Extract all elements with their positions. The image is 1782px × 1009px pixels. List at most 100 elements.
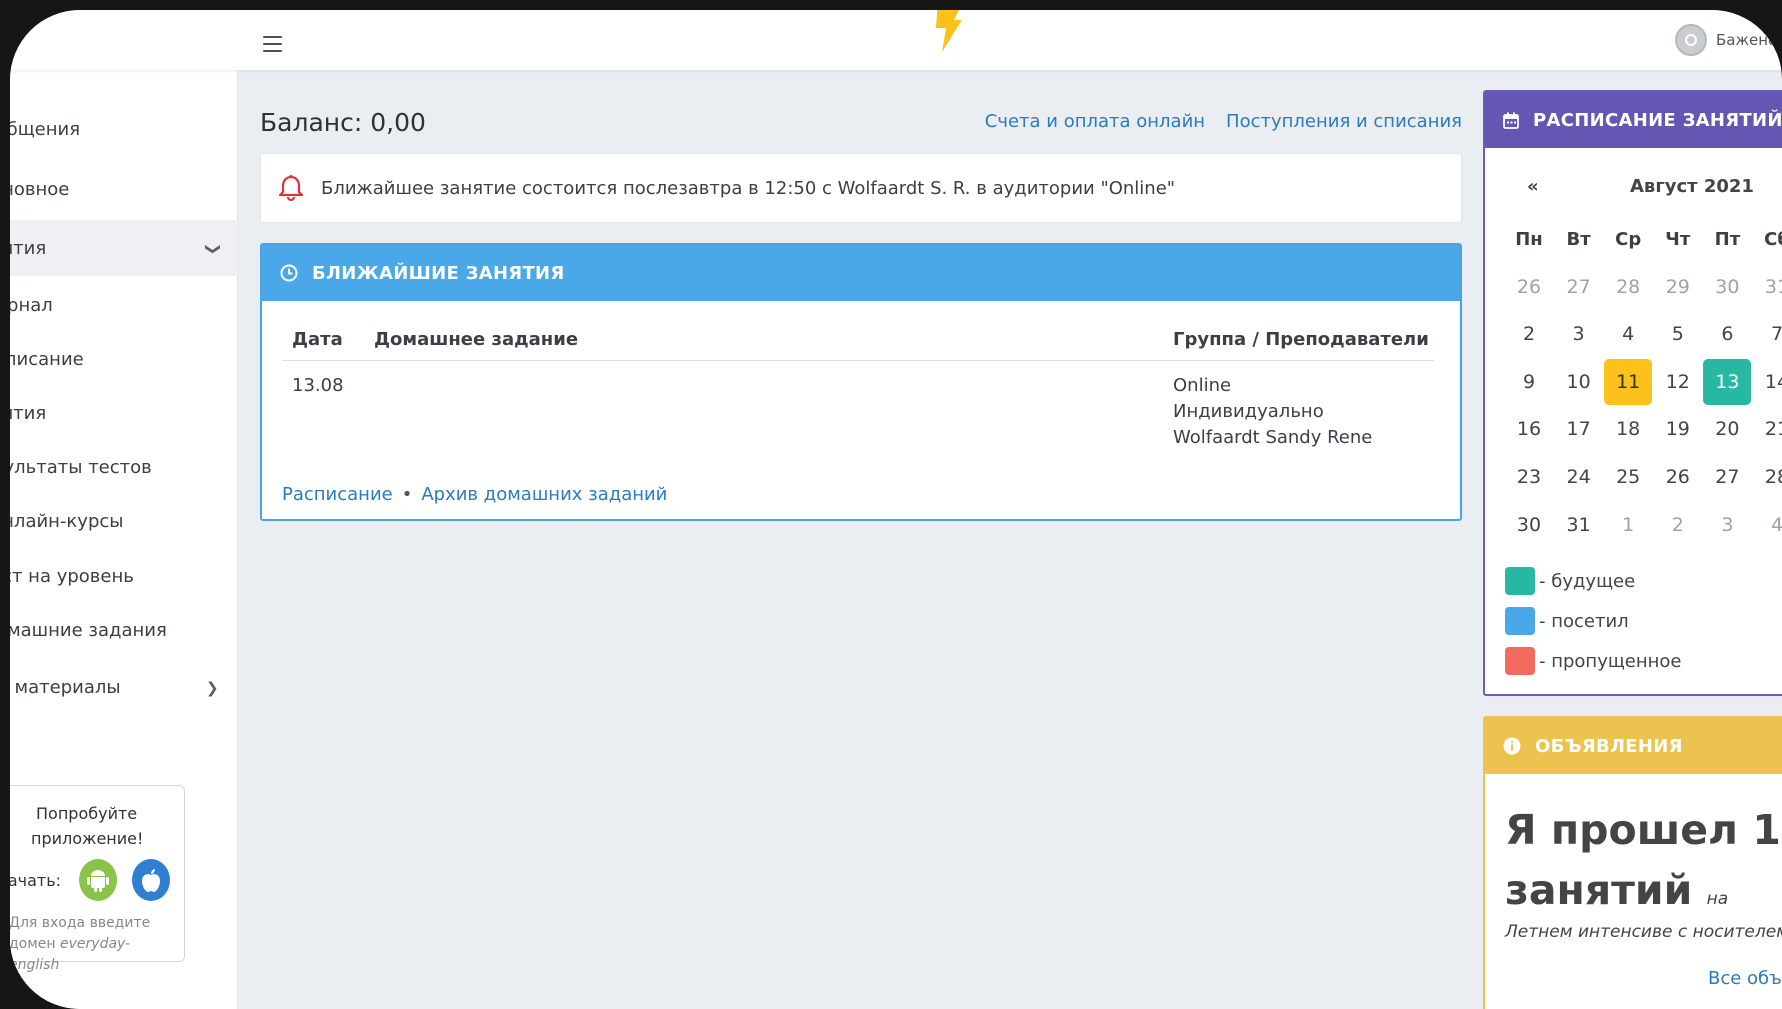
calendar-day[interactable]: 26	[1654, 454, 1702, 500]
calendar-day[interactable]: 19	[1654, 406, 1702, 452]
legend-item: - пропущенное	[1505, 641, 1682, 681]
calendar-day[interactable]: 2	[1505, 311, 1553, 357]
sidebar-item-online-courses[interactable]: Онлайн-курсы	[10, 493, 216, 549]
calendar-day-today[interactable]: 11	[1604, 358, 1653, 405]
sidebar: Сообщения Основное❯ Занятия❯ Журнал Расп…	[10, 70, 238, 1009]
sidebar-item-materials[interactable]: Учебные материалы ❯	[10, 659, 238, 715]
calendar-day[interactable]: 17	[1555, 406, 1603, 452]
calendar-day[interactable]: 7	[1753, 311, 1782, 357]
sidebar-item-classes[interactable]: Занятия	[10, 385, 196, 441]
calendar-day[interactable]: 25	[1604, 454, 1652, 500]
calendar-day[interactable]: 30	[1703, 264, 1751, 310]
info-icon	[1503, 737, 1521, 755]
calendar-day[interactable]: 2	[1654, 502, 1702, 548]
prev-month-button[interactable]: «	[1527, 176, 1539, 197]
calendar-day[interactable]: 28	[1753, 454, 1782, 500]
sidebar-item-lessons[interactable]: Занятия ❯	[10, 220, 238, 276]
alert-text: Ближайшее занятие состоится послезавтра …	[321, 177, 1176, 199]
sidebar-item-journal[interactable]: Журнал	[10, 277, 205, 333]
weekday-label: Пн	[1515, 228, 1543, 250]
sidebar-item-level-test[interactable]: Тест на уровень	[10, 548, 208, 604]
app-promo-card: Попробуйте приложение! Скачать:	[10, 785, 185, 973]
calendar-day[interactable]: 10	[1555, 359, 1603, 405]
user-menu[interactable]: Баженов	[1675, 23, 1782, 57]
legend-swatch	[1505, 607, 1535, 635]
logo-bolt-icon	[936, 10, 962, 52]
sidebar-item-messages[interactable]: Сообщения	[10, 101, 200, 157]
transactions-link[interactable]: Поступления и списания	[1226, 111, 1462, 132]
row-group: Online Индивидуально Wolfaardt Sandy Ren…	[1173, 373, 1434, 451]
all-announcements-link[interactable]: Все объявления	[1708, 968, 1782, 989]
chevron-down-icon: ❯	[204, 242, 223, 256]
schedule-link[interactable]: Расписание	[282, 484, 393, 505]
calendar-day[interactable]: 6	[1703, 311, 1751, 357]
billing-links: Счета и оплата онлайн Поступления и спис…	[985, 111, 1462, 132]
calendar-day[interactable]: 1	[1604, 502, 1652, 548]
announcement-headline[interactable]: Я прошел 10 занятий на	[1505, 800, 1782, 929]
weekday-label: Пт	[1714, 228, 1741, 250]
panel-title: БЛИЖАЙШИЕ ЗАНЯТИЯ	[312, 262, 565, 284]
sidebar-item-label: Занятия	[10, 402, 47, 424]
calendar-day-lesson[interactable]: 13	[1703, 358, 1752, 405]
legend-item: - будущее	[1505, 561, 1682, 601]
android-app-button[interactable]	[79, 859, 118, 901]
row-group-line: Индивидуально	[1173, 401, 1324, 422]
row-teacher: Wolfaardt Sandy Rene	[1173, 427, 1373, 448]
panel-footer-links: Расписание • Архив домашних заданий	[282, 484, 667, 505]
calendar-day[interactable]: 3	[1555, 311, 1603, 357]
table-header: Дата Домашнее задание Группа / Преподава…	[282, 329, 1434, 361]
clock-icon	[280, 264, 298, 282]
menu-icon[interactable]	[263, 36, 282, 52]
calendar-day[interactable]: 30	[1505, 502, 1553, 548]
link-separator: •	[401, 484, 413, 505]
balance-text: Баланс: 0,00	[260, 108, 426, 137]
apple-icon	[142, 869, 160, 892]
homework-archive-link[interactable]: Архив домашних заданий	[421, 484, 667, 505]
legend-swatch	[1505, 647, 1535, 675]
row-date: 13.08	[292, 375, 344, 396]
col-date: Дата	[292, 329, 343, 350]
calendar-day[interactable]: 4	[1604, 311, 1652, 357]
calendar-day[interactable]: 31	[1753, 264, 1782, 310]
calendar-day[interactable]: 16	[1505, 406, 1553, 452]
calendar-day[interactable]: 14	[1753, 359, 1782, 405]
calendar-day[interactable]: 24	[1555, 454, 1603, 500]
table-row: 13.08 Online Индивидуально Wolfaardt San…	[282, 361, 1434, 451]
schedule-calendar: РАСПИСАНИЕ ЗАНЯТИЙ « Август 2021 Пн Вт Ср Ч…	[1483, 90, 1782, 696]
calendar-day[interactable]: 31	[1555, 502, 1603, 548]
calendar-day[interactable]: 3	[1703, 502, 1751, 548]
calendar-day[interactable]: 28	[1604, 264, 1652, 310]
ios-app-button[interactable]	[132, 859, 170, 901]
chevron-right-icon: ❯	[206, 679, 219, 697]
bell-icon	[278, 175, 304, 202]
sidebar-item-homework[interactable]: Домашние задания	[10, 602, 210, 658]
row-homework	[374, 373, 1173, 451]
top-bar: Баженов	[10, 10, 1782, 70]
calendar-day[interactable]: 12	[1654, 359, 1702, 405]
calendar-day[interactable]: 18	[1604, 406, 1652, 452]
calendar-day[interactable]: 27	[1555, 264, 1603, 310]
calendar-day[interactable]: 9	[1505, 359, 1553, 405]
sidebar-item-test-results[interactable]: Результаты тестов	[10, 439, 200, 495]
calendar-day[interactable]: 4	[1753, 502, 1782, 548]
sidebar-item-main[interactable]: Основное❯	[10, 161, 206, 217]
calendar-day[interactable]: 29	[1654, 264, 1702, 310]
weekday-label: Сб	[1764, 228, 1782, 250]
sidebar-item-label: Основное	[10, 178, 70, 200]
col-group: Группа / Преподаватели	[1173, 329, 1429, 350]
calendar-day[interactable]: 26	[1505, 264, 1553, 310]
sidebar-item-label: Учебные материалы	[10, 676, 121, 698]
weekday-label: Чт	[1665, 228, 1691, 250]
calendar-day[interactable]: 20	[1703, 406, 1751, 452]
calendar-day[interactable]: 21	[1753, 406, 1782, 452]
upcoming-lessons-panel: БЛИЖАЙШИЕ ЗАНЯТИЯ Дата Домашнее задание …	[260, 243, 1462, 521]
sidebar-item-label: Домашние задания	[10, 619, 167, 641]
calendar-day[interactable]: 23	[1505, 454, 1553, 500]
legend-item: - посетил	[1505, 601, 1682, 641]
sidebar-item-schedule[interactable]: Расписание	[10, 331, 201, 387]
calendar-day[interactable]: 5	[1654, 311, 1702, 357]
sidebar-item-label: Сообщения	[10, 118, 81, 140]
calendar-day[interactable]: 27	[1703, 454, 1751, 500]
calendar-title: РАСПИСАНИЕ ЗАНЯТИЙ	[1533, 109, 1782, 131]
invoices-link[interactable]: Счета и оплата онлайн	[985, 111, 1205, 132]
